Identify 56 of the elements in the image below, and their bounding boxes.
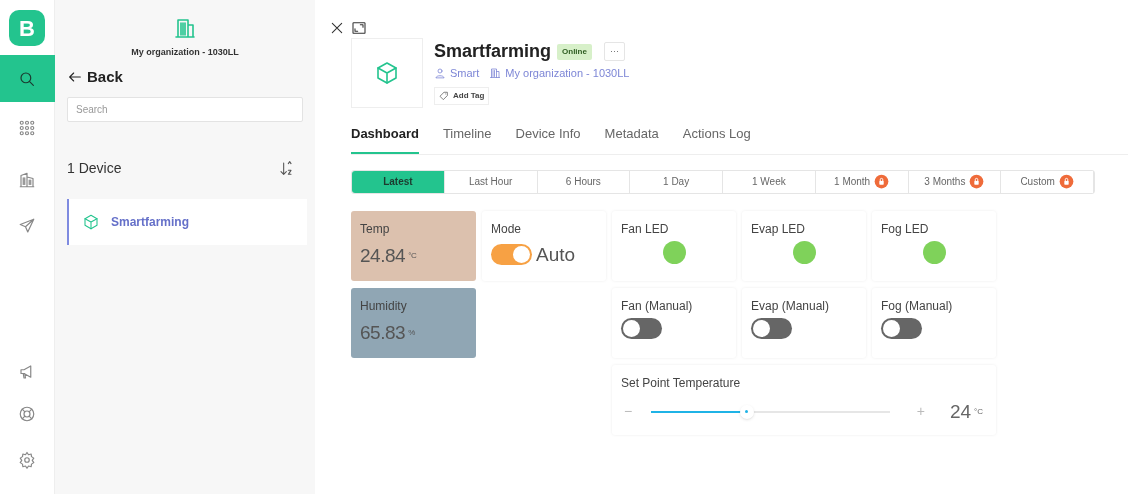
widget-title: Set Point Temperature [621,374,742,392]
building-icon [18,171,36,189]
slider-track[interactable] [651,404,890,419]
switch-label: Auto [536,242,576,267]
close-icon [329,20,345,36]
more-button[interactable]: ··· [603,41,625,62]
widget-title: Temp [360,220,391,238]
sort-button[interactable] [279,160,295,177]
tab[interactable]: Metadata [604,124,659,154]
lifebuoy-icon [18,405,36,423]
toggle-switch[interactable] [751,317,792,339]
tab[interactable]: Actions Log [682,124,751,154]
toggle-switch[interactable] [491,244,532,266]
widget-title: Fan (Manual) [621,297,694,315]
search-icon [18,69,36,88]
expand-icon [351,20,367,36]
grid-icon [18,119,36,137]
toggle-switch[interactable] [621,317,662,339]
status-badge: Online [557,43,592,60]
organization-name: My organization - 1030LL [131,46,239,59]
add-tag-button[interactable]: Add Tag [434,86,490,105]
range-tab[interactable]: Latest [352,170,445,193]
expand-button[interactable] [351,20,367,36]
building-icon [173,16,197,40]
cube-icon [375,61,399,85]
widget-title: Mode [491,220,523,238]
device-title: Smartfarming [434,40,552,63]
tab[interactable]: Dashboard [351,124,419,154]
nav-button[interactable] [0,55,55,102]
tab[interactable]: Timeline [442,124,492,154]
widget-title: Evap (Manual) [751,297,831,315]
search-field[interactable]: Search [67,97,303,122]
settings-icon [18,451,36,469]
slider-thumb[interactable] [739,404,754,419]
tab[interactable]: Device Info [515,124,581,154]
owner-link[interactable]: Smart [450,65,480,82]
widget-value: 24.84$^{°C}$ [360,243,418,268]
tag-icon [439,90,449,101]
device-count: 1 Device [67,159,122,178]
close-button[interactable] [329,20,345,36]
paper-plane-icon [18,217,36,235]
sort-icon [279,160,295,177]
widget-title: Fog LED [881,220,930,238]
building-icon [489,67,502,80]
organization-link[interactable]: My organization - 1030LL [505,65,630,82]
toggle-switch[interactable] [881,317,922,339]
widget-title: Fan LED [621,220,670,238]
widget-title: Fog (Manual) [881,297,954,315]
back-link[interactable]: Back [67,65,123,88]
device-item[interactable]: Smartfarming [67,199,307,245]
widget-title: Evap LED [751,220,807,238]
widget-value: 65.83$^{%}$ [360,320,416,345]
cube-icon [83,214,99,230]
user-icon [434,67,446,80]
widget-title: Humidity [360,297,408,315]
slider-value: 24$^{°C}$ [949,399,983,424]
